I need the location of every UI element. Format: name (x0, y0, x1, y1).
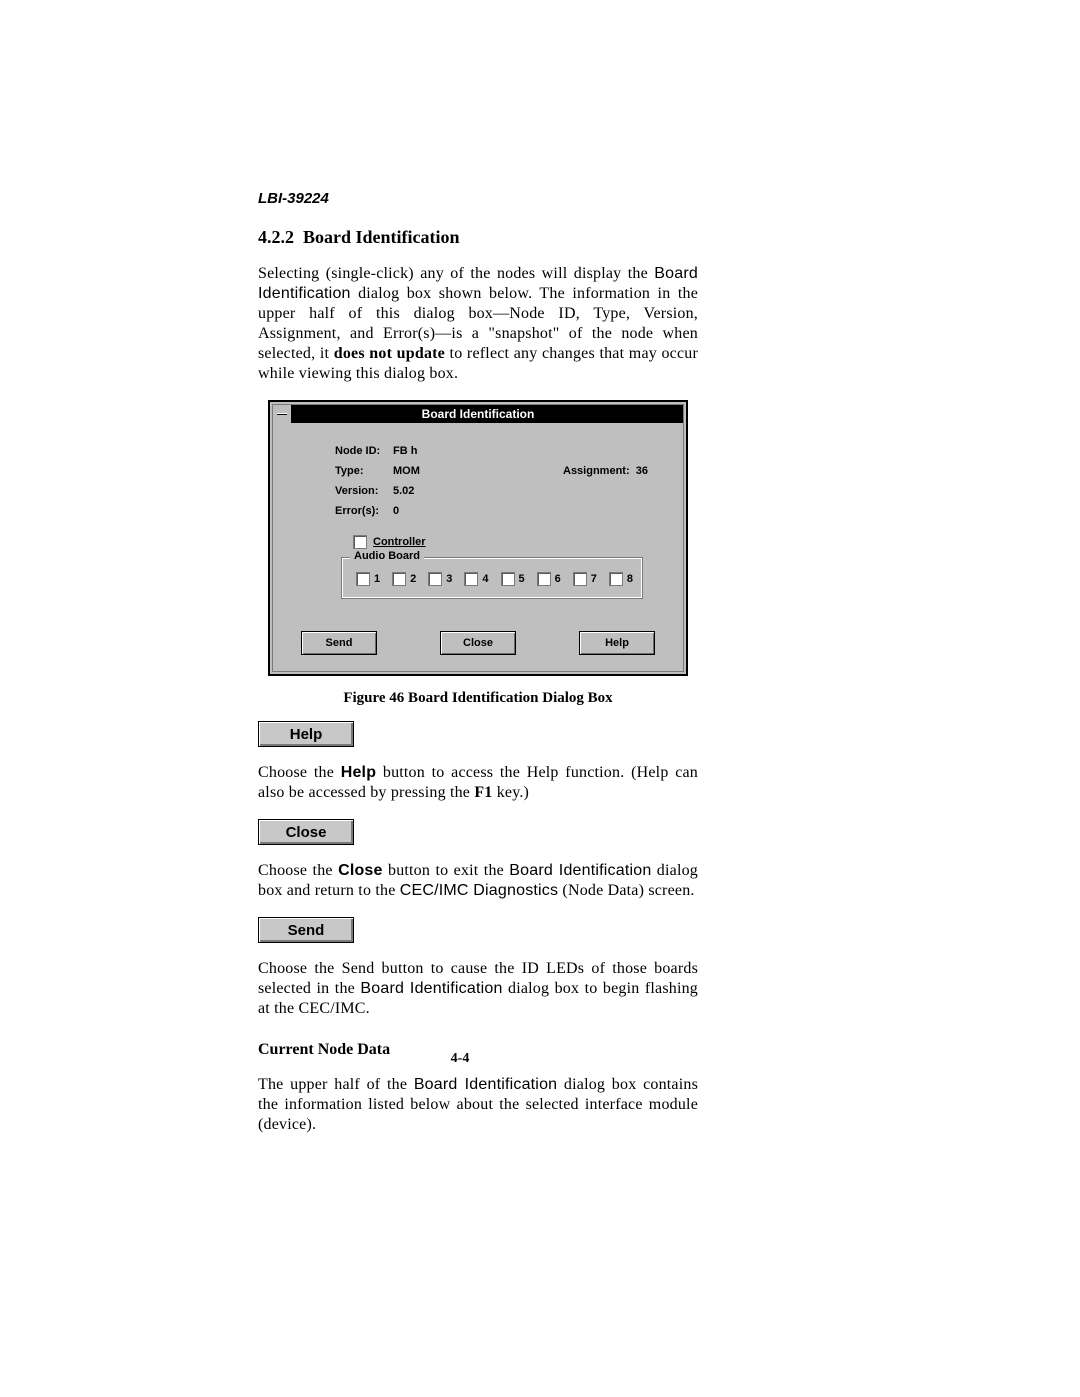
audio-board-1: 1 (356, 572, 380, 586)
emphasis: does not update (334, 345, 445, 362)
send-paragraph: Choose the Send button to cause the ID L… (258, 959, 698, 1019)
audio-label-1: 1 (374, 573, 380, 585)
dialog-title-text: Board Identification (422, 407, 535, 421)
dialog-inner: Board Identification Node ID: FB h Type:… (272, 404, 684, 672)
audio-checkbox-3[interactable] (428, 572, 442, 586)
controller-checkbox-row: Controller (353, 535, 659, 549)
audio-checkbox-7[interactable] (573, 572, 587, 586)
current-node-paragraph: The upper half of the Board Identificati… (258, 1075, 698, 1135)
help-button-illustration: Help (258, 721, 354, 747)
section-title: Board Identification (303, 227, 460, 247)
errors-value: 0 (393, 505, 473, 517)
help-name: Help (341, 764, 376, 781)
section-number: 4.2.2 (258, 227, 294, 247)
audio-board-6: 6 (537, 572, 561, 586)
audio-label-2: 2 (410, 573, 416, 585)
screen-name: CEC/IMC Diagnostics (400, 882, 559, 899)
board-identification-dialog: Board Identification Node ID: FB h Type:… (268, 400, 688, 676)
text: Choose the (258, 764, 341, 781)
info-grid: Node ID: FB h Type: MOM Assignment: 36 V… (335, 445, 659, 517)
text: button to exit the (383, 862, 510, 879)
audio-board-5: 5 (501, 572, 525, 586)
dialog-send-button[interactable]: Send (301, 631, 377, 655)
audio-checkbox-4[interactable] (464, 572, 478, 586)
audio-label-4: 4 (482, 573, 488, 585)
errors-label: Error(s): (335, 505, 393, 517)
assignment-value: 36 (636, 465, 648, 477)
audio-label-3: 3 (446, 573, 452, 585)
type-value: MOM (393, 465, 473, 477)
dialog-close-button[interactable]: Close (440, 631, 516, 655)
audio-label-7: 7 (591, 573, 597, 585)
close-name: Close (338, 862, 383, 879)
text: Selecting (single-click) any of the node… (258, 265, 654, 282)
node-id-value: FB h (393, 445, 473, 457)
dialog-body: Node ID: FB h Type: MOM Assignment: 36 V… (273, 423, 683, 631)
close-button-illustration: Close (258, 819, 354, 845)
close-paragraph: Choose the Close button to exit the Boar… (258, 861, 698, 901)
f1-key: F1 (474, 784, 492, 801)
intro-paragraph: Selecting (single-click) any of the node… (258, 264, 698, 384)
document-id: LBI-39224 (258, 190, 698, 207)
audio-checkbox-5[interactable] (501, 572, 515, 586)
audio-board-2: 2 (392, 572, 416, 586)
page-number: 4-4 (0, 1051, 920, 1067)
audio-label-5: 5 (519, 573, 525, 585)
audio-label-8: 8 (627, 573, 633, 585)
audio-checkbox-2[interactable] (392, 572, 406, 586)
controller-checkbox[interactable] (353, 535, 367, 549)
version-value: 5.02 (393, 485, 473, 497)
dialog-button-row: Send Close Help (273, 631, 683, 671)
dialog-name: Board Identification (509, 862, 651, 879)
audio-board-7: 7 (573, 572, 597, 586)
dialog-help-button[interactable]: Help (579, 631, 655, 655)
text: key.) (493, 784, 530, 801)
text: (Node Data) screen. (558, 882, 694, 899)
audio-checkbox-6[interactable] (537, 572, 551, 586)
help-paragraph: Choose the Help button to access the Hel… (258, 763, 698, 803)
audio-board-legend: Audio Board (350, 550, 424, 562)
version-label: Version: (335, 485, 393, 497)
audio-board-group: Audio Board 1 2 3 4 5 6 7 8 (341, 557, 643, 599)
audio-checkbox-1[interactable] (356, 572, 370, 586)
type-label: Type: (335, 465, 393, 477)
assignment-label: Assignment: (563, 465, 630, 477)
send-button-illustration: Send (258, 917, 354, 943)
controller-label: Controller (373, 536, 426, 548)
audio-board-4: 4 (464, 572, 488, 586)
text: Choose the (258, 862, 338, 879)
audio-board-3: 3 (428, 572, 452, 586)
dialog-name: Board Identification (360, 980, 502, 997)
dialog-titlebar: Board Identification (273, 405, 683, 423)
dialog-name: Board Identification (414, 1076, 557, 1093)
audio-board-row: 1 2 3 4 5 6 7 8 (352, 572, 632, 586)
audio-checkbox-8[interactable] (609, 572, 623, 586)
audio-board-8: 8 (609, 572, 633, 586)
content-area: LBI-39224 4.2.2 Board Identification Sel… (258, 190, 698, 1135)
node-id-label: Node ID: (335, 445, 393, 457)
figure-caption: Figure 46 Board Identification Dialog Bo… (258, 690, 698, 707)
assignment: Assignment: 36 (473, 465, 659, 477)
text: The upper half of the (258, 1076, 414, 1093)
document-page: LBI-39224 4.2.2 Board Identification Sel… (0, 0, 1080, 1397)
system-menu-icon[interactable] (273, 405, 292, 423)
section-heading: 4.2.2 Board Identification (258, 227, 698, 248)
audio-label-6: 6 (555, 573, 561, 585)
